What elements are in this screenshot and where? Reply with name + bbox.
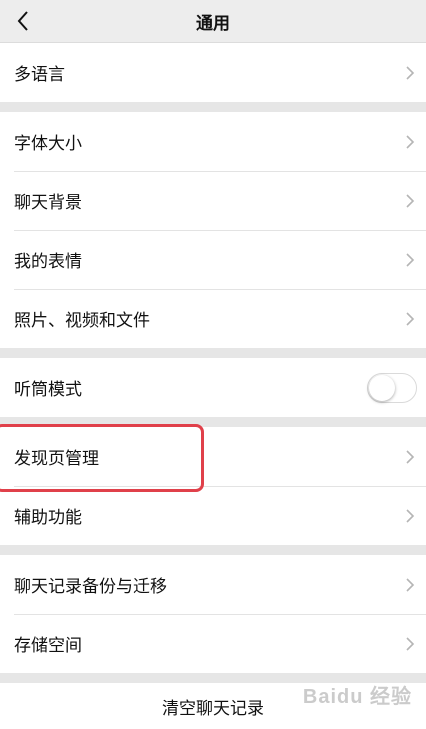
setting-label: 辅助功能 [14,508,82,528]
setting-row-accessibility[interactable]: 辅助功能 [0,486,426,545]
chevron-right-icon [406,252,415,267]
setting-label: 照片、视频和文件 [14,311,150,331]
setting-row-media-files[interactable]: 照片、视频和文件 [0,289,426,348]
chevron-right-icon [406,577,415,592]
chevron-right-icon [406,65,415,80]
section-divider [0,417,426,427]
setting-label: 多语言 [14,65,65,85]
chevron-right-icon [406,449,415,464]
setting-label: 聊天背景 [14,193,82,213]
toggle-knob [369,374,395,401]
section-divider [0,545,426,555]
chevron-right-icon [406,134,415,149]
settings-group-earpiece: 听筒模式 [0,358,426,417]
chevron-right-icon [406,193,415,208]
setting-label: 发现页管理 [14,449,99,469]
setting-row-chat-backup[interactable]: 聊天记录备份与迁移 [0,555,426,614]
section-divider [0,102,426,112]
section-divider [0,348,426,358]
page-title: 通用 [196,13,230,34]
setting-row-chat-background[interactable]: 聊天背景 [0,171,426,230]
setting-label: 我的表情 [14,252,82,272]
setting-label: 聊天记录备份与迁移 [14,577,167,597]
settings-group-storage: 聊天记录备份与迁移 存储空间 [0,555,426,673]
watermark-logo: Baidu 经验 [302,686,412,708]
setting-row-earpiece-mode: 听筒模式 [0,358,426,417]
clear-chat-history-label: 清空聊天记录 [162,698,264,719]
setting-label: 字体大小 [14,134,82,154]
chevron-right-icon [406,636,415,651]
setting-row-storage-space[interactable]: 存储空间 [0,614,426,673]
setting-row-discover-management[interactable]: 发现页管理 [0,427,426,486]
setting-label: 听筒模式 [14,380,82,400]
chevron-right-icon [406,311,415,326]
settings-group-language: 多语言 [0,43,426,102]
setting-label: 存储空间 [14,636,82,656]
settings-group-display: 字体大小 聊天背景 我的表情 照片、视频和文件 [0,112,426,348]
setting-row-my-stickers[interactable]: 我的表情 [0,230,426,289]
chevron-right-icon [406,508,415,523]
earpiece-mode-toggle[interactable] [367,372,417,403]
setting-row-font-size[interactable]: 字体大小 [0,112,426,171]
settings-group-discover: 发现页管理 辅助功能 [0,427,426,545]
nav-bar: 通用 [0,0,426,43]
setting-row-language[interactable]: 多语言 [0,43,426,102]
